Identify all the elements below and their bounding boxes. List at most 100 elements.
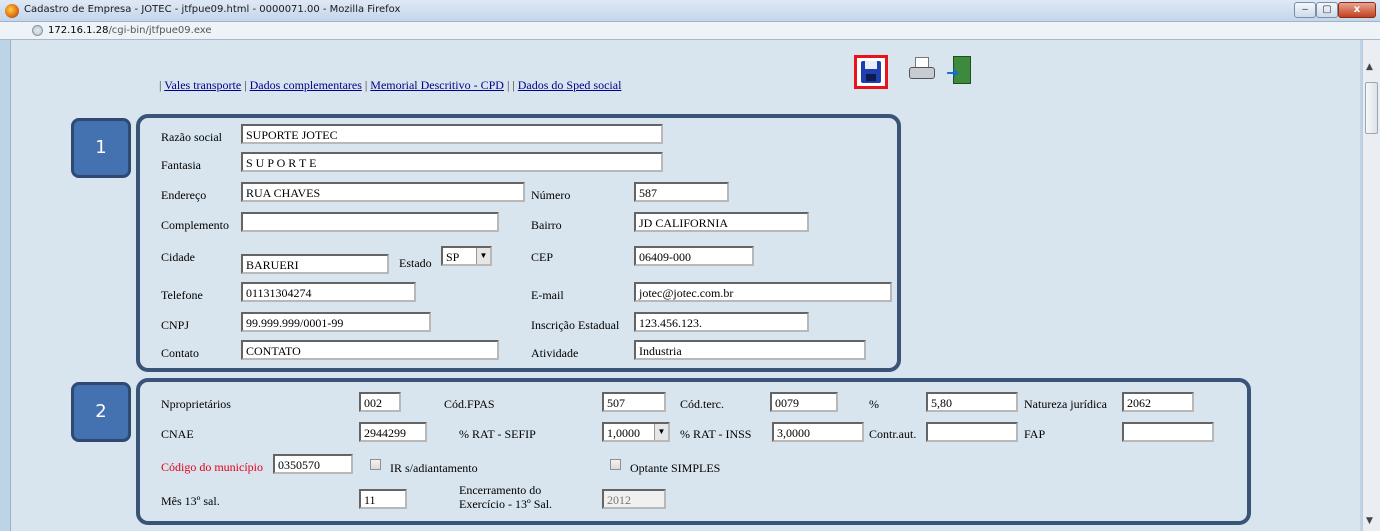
cod-terc-field[interactable]: 0079 [770,392,838,412]
estado-label: Estado [399,256,432,270]
contr-aut-field[interactable] [926,422,1018,442]
globe-icon [32,25,43,36]
chevron-down-icon: ▼ [476,248,490,264]
vertical-scrollbar[interactable]: ▲ ▼ [1362,40,1380,531]
razao-social-field[interactable]: SUPORTE JOTEC [241,124,663,144]
close-button[interactable]: x [1338,2,1376,18]
section-badge-1: 1 [71,118,131,178]
inscricao-estadual-field[interactable]: 123.456.123. [634,312,809,332]
rat-sefip-value: 1,0000 [607,426,640,440]
contato-field[interactable]: CONTATO [241,340,499,360]
telefone-label: Telefone [161,288,203,302]
encerramento-label-line1: Encerramento do [459,483,542,497]
endereco-label: Endereço [161,188,207,202]
window-titlebar: Cadastro de Empresa - JOTEC - jtfpue09.h… [0,0,1380,22]
mes-13-field[interactable]: 11 [359,489,407,509]
nproprietarios-field[interactable]: 002 [359,392,401,412]
encerramento-label: Encerramento do Exercício - 13º Sal. [459,483,552,511]
save-icon [861,61,881,83]
maximize-button[interactable]: ▢ [1316,2,1338,18]
nav-separator: | [364,78,368,92]
codigo-municipio-label: Código do município [161,460,263,474]
scroll-up-icon[interactable]: ▲ [1366,62,1373,72]
nav-links: | Vales transporte | Dados complementare… [159,78,621,93]
optante-simples-label: Optante SIMPLES [630,461,721,475]
atividade-label: Atividade [531,346,579,360]
bairro-label: Bairro [531,218,562,232]
optante-simples-checkbox[interactable] [610,459,621,470]
cnpj-label: CNPJ [161,318,190,332]
cnae-label: CNAE [161,427,194,441]
link-vales-transporte[interactable]: Vales transporte [164,78,241,92]
encerramento-label-line2: Exercício - 13º Sal. [459,497,553,511]
chevron-down-icon: ▼ [654,424,668,440]
scroll-down-icon[interactable]: ▼ [1366,516,1373,526]
address-bar[interactable]: 172.16.1.28/cgi-bin/jtfpue09.exe [0,22,1380,40]
rat-sefip-label: % RAT - SEFIP [459,427,536,441]
nproprietarios-label: Nproprietários [161,397,231,411]
link-dados-sped-social[interactable]: Dados do Sped social [518,78,622,92]
minimize-button[interactable]: ‒ [1294,2,1316,18]
nav-separator: | [159,78,162,92]
inscricao-estadual-label: Inscrição Estadual [531,318,620,332]
natureza-juridica-field[interactable]: 2062 [1122,392,1194,412]
scroll-thumb[interactable] [1365,82,1378,134]
cod-fpas-label: Cód.FPAS [444,397,495,411]
natureza-juridica-label: Natureza jurídica [1024,397,1107,411]
firefox-icon [5,4,19,18]
link-memorial-descritivo[interactable]: Memorial Descritivo - CPD [370,78,504,92]
nav-separator: | [244,78,247,92]
url-host: 172.16.1.28 [48,25,109,36]
contr-aut-label: Contr.aut. [869,427,917,441]
complemento-label: Complemento [161,218,229,232]
window-title: Cadastro de Empresa - JOTEC - jtfpue09.h… [24,4,401,15]
page-content: | Vales transporte | Dados complementare… [10,40,1360,531]
endereco-field[interactable]: RUA CHAVES [241,182,525,202]
ir-adiantamento-checkbox[interactable] [370,459,381,470]
encerramento-field: 2012 [602,489,666,509]
percent-field[interactable]: 5,80 [926,392,1018,412]
link-dados-complementares[interactable]: Dados complementares [250,78,362,92]
cep-label: CEP [531,250,554,264]
rat-sefip-select[interactable]: 1,0000 ▼ [602,422,670,442]
email-field[interactable]: jotec@jotec.com.br [634,282,892,302]
telefone-field[interactable]: 01131304274 [241,282,416,302]
rat-inss-field[interactable]: 3,0000 [772,422,864,442]
atividade-field[interactable]: Industria [634,340,866,360]
exit-button[interactable]: ➜ [945,55,979,89]
exit-arrow-icon: ➜ [946,63,960,82]
razao-social-label: Razão social [161,130,222,144]
save-button[interactable] [854,55,888,89]
estado-value: SP [446,250,460,264]
fap-label: FAP [1024,427,1046,441]
url-path: /cgi-bin/jtfpue09.exe [108,25,212,36]
section-badge-2: 2 [71,382,131,442]
url-text[interactable]: 172.16.1.28/cgi-bin/jtfpue09.exe [48,25,212,36]
ir-adiantamento-label: IR s/adiantamento [390,461,478,475]
cidade-field[interactable]: BARUERI [241,254,389,274]
email-label: E-mail [531,288,564,302]
cnpj-field[interactable]: 99.999.999/0001-99 [241,312,431,332]
printer-body [909,67,935,79]
bairro-field[interactable]: JD CALIFORNIA [634,212,809,232]
numero-field[interactable]: 587 [634,182,729,202]
numero-label: Número [531,188,571,202]
fantasia-field[interactable]: S U P O R T E [241,152,663,172]
fantasia-label: Fantasia [161,158,201,172]
complemento-field[interactable] [241,212,499,232]
percent-label: % [869,397,879,411]
print-button[interactable] [907,55,941,89]
cnae-field[interactable]: 2944299 [359,422,427,442]
nav-separator: | [506,78,510,92]
codigo-municipio-field[interactable]: 0350570 [273,454,353,474]
mes-13-label: Mês 13º sal. [161,494,220,508]
cidade-label: Cidade [161,250,195,264]
fap-field[interactable] [1122,422,1214,442]
cod-terc-label: Cód.terc. [680,397,724,411]
cep-field[interactable]: 06409-000 [634,246,754,266]
estado-select[interactable]: SP ▼ [441,246,492,266]
rat-inss-label: % RAT - INSS [680,427,752,441]
cod-fpas-field[interactable]: 507 [602,392,666,412]
nav-separator: | [512,78,515,92]
contato-label: Contato [161,346,199,360]
